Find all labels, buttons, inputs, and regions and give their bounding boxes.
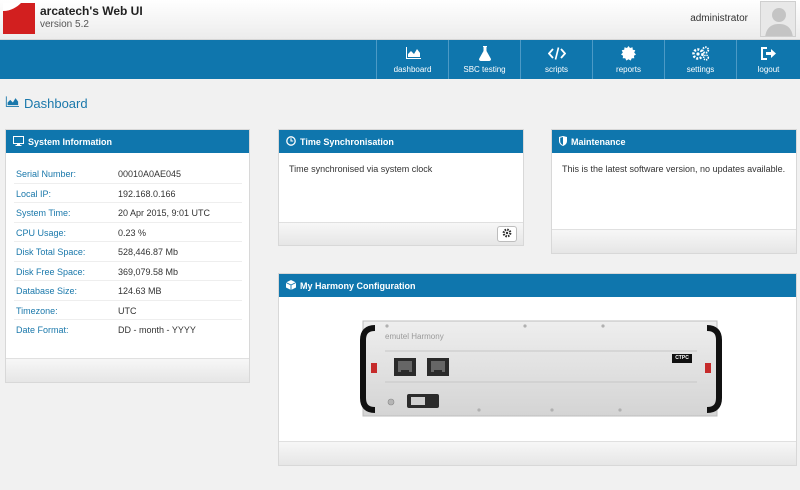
- area-chart-icon: [5, 96, 19, 111]
- cube-icon: [285, 279, 297, 292]
- panel-title: Maintenance: [571, 136, 626, 147]
- app-version: version 5.2: [40, 19, 89, 30]
- info-value: 528,446.87 Mb: [118, 247, 179, 257]
- info-value: UTC: [118, 305, 137, 316]
- cogs-icon: [665, 45, 736, 61]
- nav-label: SBC testing: [463, 65, 506, 74]
- info-value: 369,079.58 Mb: [118, 266, 179, 277]
- panel-title: System Information: [28, 136, 113, 147]
- harmony-device-chassis[interactable]: emutel Harmony CTPC: [357, 318, 725, 419]
- maintenance-message: This is the latest software version, no …: [562, 164, 786, 174]
- top-header: arcatech's Web UI version 5.2 administra…: [0, 0, 800, 40]
- info-value: 0.23 %: [118, 227, 147, 238]
- info-value: 20 Apr 2015, 9:01 UTC: [118, 208, 211, 218]
- info-value: 192.168.0.166: [118, 188, 176, 199]
- info-row: Timezone: UTC: [14, 301, 242, 320]
- flask-icon: [449, 45, 520, 61]
- panel-header: System Information: [6, 130, 249, 153]
- maintenance-panel: Maintenance This is the latest software …: [551, 129, 797, 254]
- info-label: Disk Free Space:: [16, 266, 86, 277]
- device-brand-label: emutel Harmony: [385, 332, 444, 341]
- nav-settings[interactable]: settings: [664, 40, 736, 79]
- info-value: DD - month - YYYY: [118, 325, 196, 335]
- info-label: Local IP:: [16, 188, 52, 199]
- info-label: Database Size:: [16, 286, 78, 296]
- info-label: Serial Number:: [16, 169, 77, 179]
- info-label: Date Format:: [16, 325, 69, 335]
- info-label: System Time:: [16, 208, 71, 218]
- info-label: Disk Total Space:: [16, 247, 86, 257]
- time-synchronisation-panel: Time Synchronisation Time synchronised v…: [278, 129, 524, 246]
- nav-label: scripts: [544, 65, 569, 74]
- system-information-panel: System Information Serial Number: 00010A…: [5, 129, 250, 383]
- panel-header: Time Synchronisation: [279, 130, 523, 153]
- info-row: Disk Free Space: 369,079.58 Mb: [14, 262, 242, 281]
- username[interactable]: administrator: [690, 13, 748, 24]
- area-chart-icon: [377, 45, 448, 61]
- page-title-text: Dashboard: [24, 96, 88, 111]
- ctpc-module-label[interactable]: CTPC: [672, 354, 692, 363]
- sign-out-icon: [737, 45, 800, 61]
- info-row: Serial Number: 00010A0AE045: [14, 164, 242, 184]
- info-row: Disk Total Space: 528,446.87 Mb: [14, 242, 242, 262]
- panel-footer: [279, 441, 796, 465]
- info-value: 00010A0AE045: [118, 169, 182, 179]
- app-title: arcatech's Web UI: [40, 4, 143, 18]
- nav-label: dashboard: [393, 65, 432, 74]
- panel-title: Time Synchronisation: [300, 136, 394, 147]
- certificate-icon: [593, 45, 664, 61]
- nav-scripts[interactable]: scripts: [520, 40, 592, 79]
- panel-footer: [6, 358, 249, 382]
- panel-header: My Harmony Configuration: [279, 274, 796, 297]
- info-value: 124.63 MB: [118, 286, 162, 296]
- nav-label: reports: [616, 65, 641, 74]
- panel-header: Maintenance: [552, 130, 796, 153]
- monitor-icon: [13, 135, 24, 148]
- code-icon: [521, 45, 592, 61]
- info-row: CPU Usage: 0.23 %: [14, 223, 242, 242]
- nav-label: logout: [757, 65, 780, 74]
- nav-label: settings: [686, 65, 715, 74]
- harmony-configuration-panel: My Harmony Configuration emutel Harmony …: [278, 273, 797, 466]
- info-row: Database Size: 124.63 MB: [14, 281, 242, 301]
- info-row: Date Format: DD - month - YYYY: [14, 320, 242, 340]
- time-sync-message: Time synchronised via system clock: [289, 164, 433, 174]
- info-row: Local IP: 192.168.0.166: [14, 184, 242, 203]
- main-navbar: dashboard SBC testing scripts reports se…: [0, 40, 800, 79]
- shield-icon: [559, 135, 567, 148]
- time-sync-settings-button[interactable]: [497, 226, 517, 242]
- nav-reports[interactable]: reports: [592, 40, 664, 79]
- nav-dashboard[interactable]: dashboard: [376, 40, 448, 79]
- gear-icon: [502, 225, 512, 243]
- info-row: System Time: 20 Apr 2015, 9:01 UTC: [14, 203, 242, 223]
- nav-logout[interactable]: logout: [736, 40, 800, 79]
- clock-icon: [286, 135, 296, 148]
- avatar[interactable]: [760, 1, 796, 37]
- info-label: CPU Usage:: [16, 227, 67, 238]
- info-label: Timezone:: [16, 305, 58, 316]
- company-logo: [3, 3, 35, 34]
- panel-footer: [552, 229, 796, 253]
- nav-sbc-testing[interactable]: SBC testing: [448, 40, 520, 79]
- panel-footer: [279, 222, 523, 245]
- panel-title: My Harmony Configuration: [300, 280, 416, 291]
- page-title: Dashboard: [5, 96, 88, 111]
